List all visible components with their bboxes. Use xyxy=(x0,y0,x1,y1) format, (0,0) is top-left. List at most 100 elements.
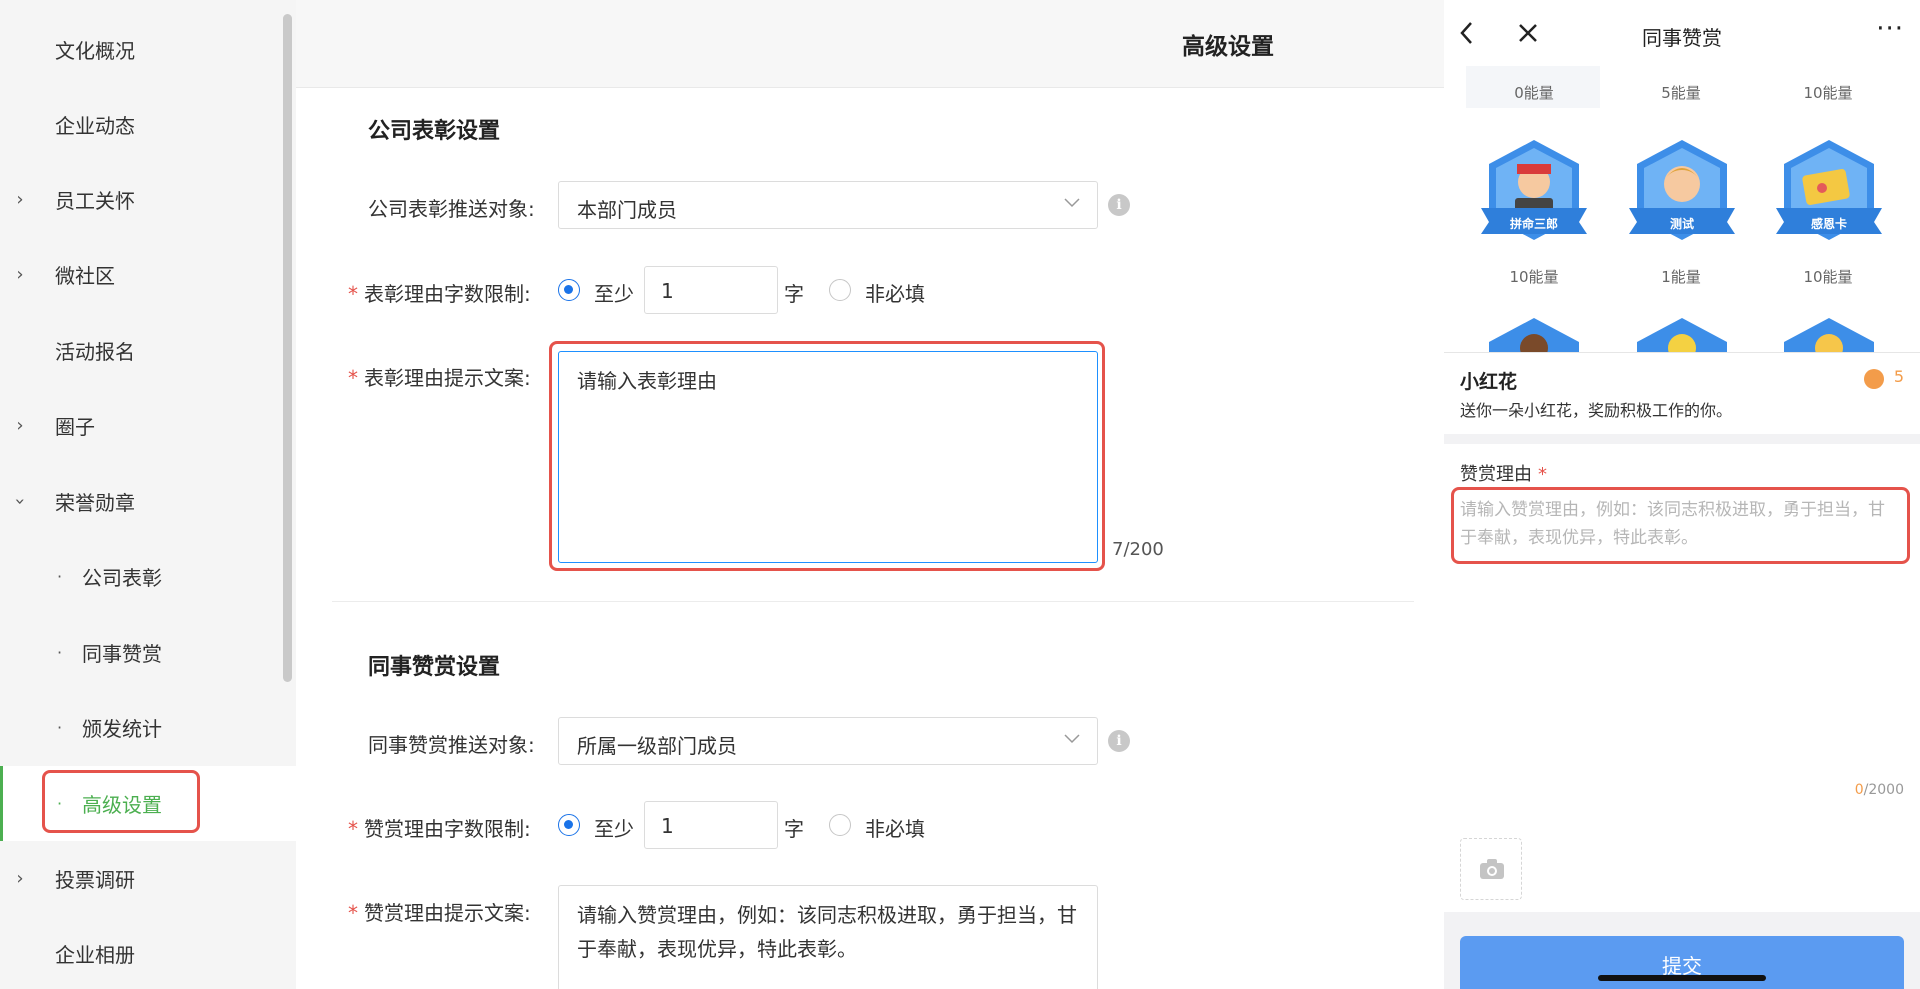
company-section-title: 公司表彰设置 xyxy=(368,119,501,144)
badge-test[interactable]: 测试 xyxy=(1623,136,1741,256)
unit-label: 字 xyxy=(784,817,804,841)
badge-name: 小红花 xyxy=(1460,371,1518,393)
sidebar-item-label: 员工关怀 xyxy=(55,189,135,213)
label-text: 赞赏理由字数限制: xyxy=(364,817,531,841)
select-value: 所属一级部门成员 xyxy=(577,734,737,758)
label-text: 赞赏理由 xyxy=(1460,464,1532,485)
peer-prompt-textarea[interactable]: 请输入赞赏理由，例如：该同志积极进取，勇于担当，甘于奉献，表现优异，特此表彰。 xyxy=(558,885,1098,989)
char-counter: 7/200 xyxy=(1112,539,1164,560)
required-mark: * xyxy=(348,282,358,306)
mobile-preview: 0能量 5能量 10能量 拼命三郎 10能量 测试 1能量 感恩卡 10能量 同… xyxy=(1444,0,1920,989)
badge-description: 送你一朵小红花，奖励积极工作的你。 xyxy=(1460,401,1733,420)
sidebar-item-company-commendation[interactable]: · 公司表彰 xyxy=(0,539,296,614)
sidebar-item-award-stats[interactable]: · 颁发统计 xyxy=(0,690,296,765)
sidebar-item-label: 荣誉勋章 xyxy=(55,491,135,515)
sidebar-item-label: 圈子 xyxy=(55,415,95,439)
textarea-value: 请输入赞赏理由，例如：该同志积极进取，勇于担当，甘于奉献，表现优异，特此表彰。 xyxy=(577,903,1077,961)
sidebar-item-label: 投票调研 xyxy=(55,868,135,892)
badge-caption: 拼命三郎 xyxy=(1509,217,1558,231)
company-limit-label: * 表彰理由字数限制: xyxy=(348,278,531,307)
chevron-right-icon: › xyxy=(16,264,24,285)
sidebar-item-micro-community[interactable]: › 微社区 xyxy=(0,237,296,312)
mobile-title: 同事赞赏 xyxy=(1642,26,1722,50)
required-mark: * xyxy=(348,817,358,841)
radio-label: 非必填 xyxy=(865,282,925,306)
required-mark: * xyxy=(1538,464,1547,485)
input-value: 1 xyxy=(661,279,674,303)
hardworker-badge-icon xyxy=(1481,140,1587,240)
info-icon[interactable]: i xyxy=(1108,730,1130,752)
badge-caption: 感恩卡 xyxy=(1810,217,1847,231)
sidebar-item-label: 颁发统计 xyxy=(82,717,162,741)
energy-label: 10能量 xyxy=(1803,84,1853,102)
radio-label: 非必填 xyxy=(865,817,925,841)
peer-min-input[interactable]: 1 xyxy=(644,801,778,849)
badge-hardworker[interactable]: 拼命三郎 xyxy=(1475,136,1593,256)
peer-push-label: 同事赞赏推送对象: xyxy=(368,733,535,757)
sidebar-item-label: 企业相册 xyxy=(55,943,135,967)
peer-section-title: 同事赞赏设置 xyxy=(368,655,501,680)
energy-coin-icon xyxy=(1864,369,1884,389)
peer-push-select[interactable]: 所属一级部门成员 xyxy=(558,717,1098,765)
input-value: 1 xyxy=(661,814,674,838)
selected-badge-card: 小红花 送你一朵小红花，奖励积极工作的你。 5 xyxy=(1444,352,1920,434)
mobile-header: 同事赞赏 ··· xyxy=(1444,0,1920,66)
sidebar-item-label: 微社区 xyxy=(55,264,115,288)
sidebar-item-voting-survey[interactable]: › 投票调研 xyxy=(0,841,296,916)
info-icon[interactable]: i xyxy=(1108,194,1130,216)
sidebar-item-peer-praise[interactable]: · 同事赞赏 xyxy=(0,615,296,690)
company-push-select[interactable]: 本部门成员 xyxy=(558,181,1098,229)
radio-label: 至少 xyxy=(594,282,634,306)
company-min-radio[interactable] xyxy=(558,279,580,301)
sidebar-item-company-album[interactable]: 企业相册 xyxy=(0,916,296,989)
sidebar-item-culture-overview[interactable]: 文化概况 xyxy=(0,12,296,87)
sidebar-item-label: 公司表彰 xyxy=(82,566,162,590)
required-mark: * xyxy=(348,901,358,925)
label-text: 赞赏理由提示文案: xyxy=(364,901,531,925)
badge-gratitude-card[interactable]: 感恩卡 xyxy=(1770,136,1888,256)
bullet-icon: · xyxy=(57,567,63,586)
company-optional-radio[interactable] xyxy=(829,279,851,301)
badge-points: 5 xyxy=(1893,367,1904,386)
sidebar-item-event-signup[interactable]: 活动报名 xyxy=(0,313,296,388)
section-divider xyxy=(332,601,1414,602)
energy-label: 10能量 xyxy=(1509,268,1559,286)
sidebar-item-employee-care[interactable]: › 员工关怀 xyxy=(0,162,296,237)
chevron-right-icon: › xyxy=(16,189,24,210)
company-min-input[interactable]: 1 xyxy=(644,266,778,314)
peer-limit-label: * 赞赏理由字数限制: xyxy=(348,813,531,842)
badge-partial-icon xyxy=(1637,318,1727,352)
sidebar-item-circles[interactable]: › 圈子 xyxy=(0,388,296,463)
sidebar-item-honor-medals[interactable]: › 荣誉勋章 xyxy=(0,464,296,539)
label-text: 表彰理由提示文案: xyxy=(364,366,531,390)
annotation-highlight xyxy=(1451,487,1910,564)
sidebar-item-label: 活动报名 xyxy=(55,340,135,364)
reason-counter: 0/2000 xyxy=(1855,782,1904,798)
bullet-icon: · xyxy=(57,718,63,737)
unit-label: 字 xyxy=(784,282,804,306)
sidebar-item-company-news[interactable]: 企业动态 xyxy=(0,87,296,162)
energy-label: 0能量 xyxy=(1514,84,1554,102)
reason-label: 赞赏理由 * xyxy=(1460,460,1547,486)
energy-label: 1能量 xyxy=(1661,268,1701,286)
required-mark: * xyxy=(348,366,358,390)
more-icon[interactable]: ··· xyxy=(1876,14,1904,44)
chevron-down-icon xyxy=(1064,198,1080,208)
sidebar-item-label: 同事赞赏 xyxy=(82,642,162,666)
page-header: 高级设置 xyxy=(296,0,1444,88)
sidebar: 文化概况 企业动态 › 员工关怀 › 微社区 活动报名 › 圈子 › 荣誉勋章 … xyxy=(0,0,296,989)
sidebar-scrollbar[interactable] xyxy=(283,14,292,682)
sidebar-item-label: 文化概况 xyxy=(55,39,135,63)
energy-label: 10能量 xyxy=(1803,268,1853,286)
submit-button[interactable]: 提交 xyxy=(1460,936,1904,989)
peer-optional-radio[interactable] xyxy=(829,814,851,836)
select-value: 本部门成员 xyxy=(577,198,677,222)
radio-label: 至少 xyxy=(594,817,634,841)
test-badge-icon xyxy=(1629,140,1735,240)
badge-grid: 0能量 5能量 10能量 拼命三郎 10能量 测试 1能量 感恩卡 10能量 xyxy=(1444,56,1920,352)
gratitude-card-badge-icon xyxy=(1776,140,1882,240)
peer-min-radio[interactable] xyxy=(558,814,580,836)
add-photo-button[interactable] xyxy=(1460,838,1522,900)
camera-icon xyxy=(1480,859,1504,879)
annotation-highlight xyxy=(42,770,200,833)
